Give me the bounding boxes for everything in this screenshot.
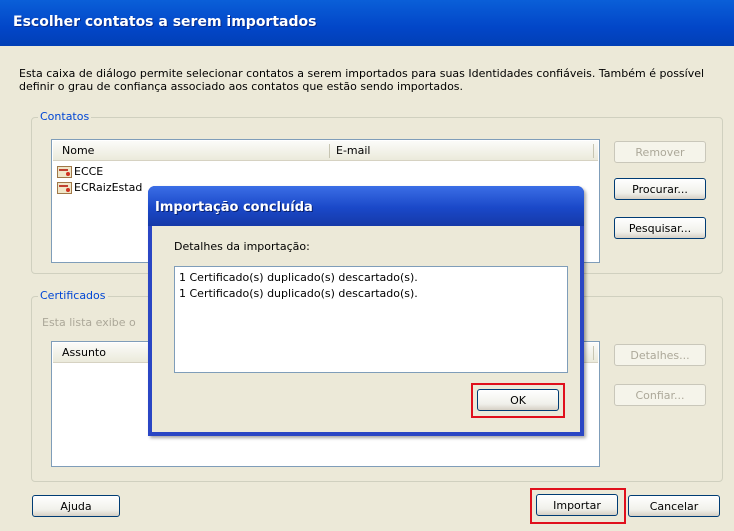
- contact-name: ECCE: [74, 165, 104, 178]
- certificate-icon: [57, 165, 72, 178]
- import-dialog-title-bar: Importação concluída: [148, 186, 584, 226]
- intro-text: Esta caixa de diálogo permite selecionar…: [19, 67, 705, 93]
- column-separator: [329, 144, 330, 158]
- list-item[interactable]: ECCE: [57, 164, 103, 179]
- contact-name: ECRaizEstad: [74, 181, 143, 194]
- details-button[interactable]: Detalhes...: [614, 344, 706, 366]
- remove-button[interactable]: Remover: [614, 141, 706, 163]
- certificates-description: Esta lista exibe o: [42, 316, 136, 329]
- browse-button[interactable]: Procurar...: [614, 178, 706, 200]
- import-complete-dialog: Importação concluída Detalhes da importa…: [148, 186, 584, 436]
- list-item: 1 Certificado(s) duplicado(s) descartado…: [179, 287, 418, 300]
- ok-button[interactable]: OK: [477, 389, 559, 411]
- column-separator: [593, 346, 594, 360]
- certificate-icon: [57, 181, 72, 194]
- trust-button[interactable]: Confiar...: [614, 384, 706, 406]
- column-header-name[interactable]: Nome: [62, 144, 94, 157]
- main-title-bar: Escolher contatos a serem importados: [0, 0, 734, 46]
- cancel-button[interactable]: Cancelar: [628, 495, 720, 517]
- import-details-list[interactable]: 1 Certificado(s) duplicado(s) descartado…: [174, 266, 568, 373]
- list-item: 1 Certificado(s) duplicado(s) descartado…: [179, 271, 418, 284]
- column-separator: [593, 144, 594, 158]
- column-header-email[interactable]: E-mail: [336, 144, 371, 157]
- list-item[interactable]: ECRaizEstad: [57, 180, 142, 195]
- search-button[interactable]: Pesquisar...: [614, 217, 706, 239]
- column-header-subject[interactable]: Assunto: [62, 346, 106, 359]
- help-button[interactable]: Ajuda: [32, 495, 120, 517]
- window-title: Escolher contatos a serem importados: [13, 14, 317, 30]
- import-dialog-body: Detalhes da importação: 1 Certificado(s)…: [152, 226, 580, 432]
- certificates-group-label: Certificados: [38, 289, 108, 302]
- import-details-label: Detalhes da importação:: [174, 240, 310, 253]
- import-button[interactable]: Importar: [536, 494, 618, 516]
- import-dialog-title: Importação concluída: [155, 200, 313, 215]
- contacts-list-header: Nome E-mail: [53, 141, 598, 161]
- contacts-group-label: Contatos: [38, 110, 92, 123]
